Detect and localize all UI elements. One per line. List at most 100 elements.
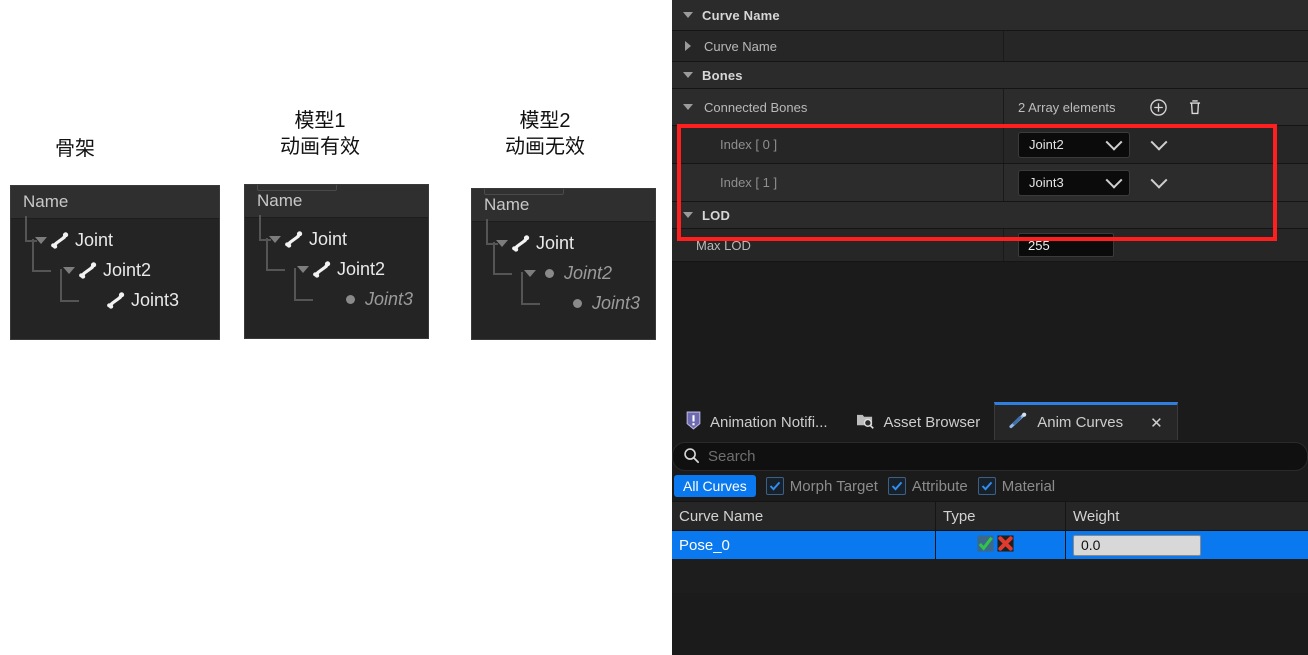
filter-attribute[interactable]: Attribute — [887, 477, 968, 495]
caption-skeleton: 骨架 — [40, 136, 110, 162]
column-label: Type — [943, 507, 976, 525]
array-element-count: 2 Array elements — [1018, 99, 1116, 115]
category-curve-name[interactable]: Curve Name — [672, 0, 1308, 31]
tree-item[interactable]: Joint2 — [472, 242, 655, 288]
category-label: LOD — [702, 207, 731, 223]
tab-asset-browser[interactable]: Asset Browser — [841, 404, 995, 440]
filter-all-curves-button[interactable]: All Curves — [674, 475, 756, 497]
tab-anim-curves[interactable]: Anim Curves ✕ — [994, 402, 1178, 440]
tab-label: Asset Browser — [883, 413, 981, 431]
checkbox-icon[interactable] — [887, 477, 906, 495]
dot-icon — [566, 292, 588, 314]
caption-line: 动画无效 — [505, 136, 585, 158]
tree-item[interactable]: Joint2 — [245, 238, 428, 284]
expand-arrow-icon — [323, 284, 339, 314]
tree-item-label: Joint — [309, 228, 348, 249]
notify-icon — [686, 411, 701, 434]
curve-name-label: Pose_0 — [679, 536, 730, 554]
weight-input[interactable]: 0.0 — [1073, 534, 1201, 556]
model2-tree-panel: Name Joint Joint2 Joint3 — [471, 188, 656, 340]
category-lod[interactable]: LOD — [672, 202, 1308, 229]
filter-material[interactable]: Material — [977, 477, 1056, 495]
filter-label: Morph Target — [789, 477, 878, 495]
panel-tab-stub — [484, 189, 564, 195]
row-index-0[interactable]: Index [ 0 ] Joint2 — [672, 126, 1308, 164]
column-label: Weight — [1073, 507, 1120, 525]
delete-all-icon[interactable] — [1184, 96, 1206, 118]
caption-model2: 模型2 动画无效 — [495, 108, 595, 160]
row-options-chevron-icon[interactable] — [1146, 132, 1172, 158]
model1-tree-panel: Name Joint Joint2 Joint3 — [244, 184, 429, 339]
category-label: Curve Name — [702, 7, 780, 23]
row-label: Curve Name — [704, 38, 777, 54]
tree-item[interactable]: Joint3 — [472, 272, 655, 318]
max-lod-input[interactable]: 255 — [1018, 233, 1114, 257]
caption-line: 模型2 — [519, 110, 571, 132]
row-label: Index [ 1 ] — [720, 175, 778, 190]
details-panel: Curve Name Curve Name Bones Connected Bo… — [672, 0, 1308, 655]
category-bones[interactable]: Bones — [672, 62, 1308, 89]
category-label: Bones — [702, 67, 743, 83]
curves-table-header: Curve Name Type Weight — [672, 501, 1308, 531]
bone-icon — [510, 232, 532, 254]
expand-arrow-icon — [89, 285, 105, 315]
tree-item-label: Joint2 — [564, 262, 613, 283]
cell-curve-name: Pose_0 — [672, 531, 936, 559]
bottom-tabstrip: Animation Notifi... Asset Browser Anim C… — [672, 402, 1308, 440]
filter-label: Material — [1001, 477, 1056, 495]
bone-select-0-value: Joint2 — [1029, 137, 1064, 152]
chevron-right-icon[interactable] — [680, 41, 696, 51]
curve-filter-bar: All Curves Morph Target Attribute Materi… — [672, 471, 1308, 501]
tree-item[interactable]: Joint3 — [245, 268, 428, 314]
checkbox-icon[interactable] — [765, 477, 784, 495]
filter-morph-target[interactable]: Morph Target — [765, 477, 878, 495]
bone-icon — [77, 259, 99, 281]
asset-browser-icon — [856, 412, 875, 433]
filter-label: Attribute — [911, 477, 968, 495]
tab-animation-notifies[interactable]: Animation Notifi... — [672, 404, 842, 440]
bone-select-1-value: Joint3 — [1029, 175, 1064, 190]
column-header-curve-name[interactable]: Curve Name — [672, 502, 936, 530]
chevron-down-icon[interactable] — [680, 104, 696, 110]
tree-item-label: Joint — [536, 232, 575, 253]
row-label: Index [ 0 ] — [720, 137, 778, 152]
add-element-icon[interactable] — [1148, 96, 1170, 118]
expand-arrow-icon — [550, 288, 566, 318]
chevron-down-icon[interactable] — [680, 212, 696, 218]
skeleton-tree-panel: Name Joint Joint2 Joint3 — [10, 185, 220, 340]
search-input[interactable]: Search — [672, 442, 1308, 471]
row-curve-name[interactable]: Curve Name — [672, 31, 1308, 62]
row-index-1[interactable]: Index [ 1 ] Joint3 — [672, 164, 1308, 202]
bone-icon — [49, 229, 71, 251]
column-header-type[interactable]: Type — [936, 502, 1066, 530]
bone-icon — [283, 228, 305, 250]
tree-item-label: Joint2 — [103, 259, 152, 280]
caption-line: 骨架 — [55, 138, 95, 160]
bone-select-0[interactable]: Joint2 — [1018, 131, 1130, 158]
close-icon[interactable]: ✕ — [1150, 414, 1163, 432]
chevron-down-icon[interactable] — [680, 12, 696, 18]
search-placeholder: Search — [708, 448, 756, 465]
chevron-down-icon[interactable] — [1105, 133, 1123, 151]
panel-tab-stub — [257, 185, 337, 191]
bone-icon — [105, 289, 127, 311]
chevron-down-icon[interactable] — [680, 72, 696, 78]
tree-header-label: Name — [23, 192, 69, 211]
row-connected-bones[interactable]: Connected Bones 2 Array elements — [672, 89, 1308, 126]
tree-item[interactable]: Joint3 — [11, 269, 219, 315]
row-max-lod[interactable]: Max LOD 255 — [672, 229, 1308, 262]
column-label: Curve Name — [679, 507, 764, 525]
chevron-down-icon[interactable] — [1105, 171, 1123, 189]
column-header-weight[interactable]: Weight — [1066, 502, 1308, 530]
row-options-chevron-icon[interactable] — [1146, 170, 1172, 196]
bone-icon — [311, 258, 333, 280]
max-lod-value: 255 — [1028, 237, 1050, 253]
morph-target-check-icon[interactable] — [977, 534, 994, 556]
checkbox-icon[interactable] — [977, 477, 996, 495]
tree-item[interactable]: Joint2 — [11, 239, 219, 285]
tree-item-label: Joint — [75, 229, 114, 250]
tree-header-label: Name — [257, 191, 303, 210]
material-disabled-icon[interactable] — [997, 534, 1014, 556]
bone-select-1[interactable]: Joint3 — [1018, 169, 1130, 196]
table-row[interactable]: Pose_0 0.0 — [672, 531, 1308, 559]
